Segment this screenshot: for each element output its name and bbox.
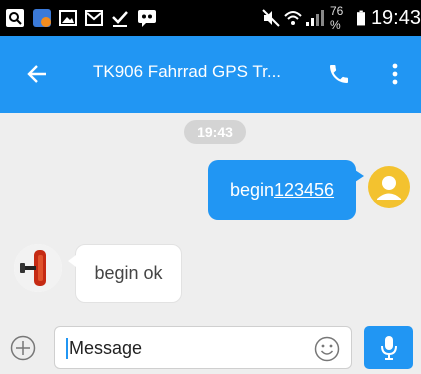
text-cursor: [66, 338, 68, 359]
app-bar: TK906 Fahrrad GPS Tr...: [0, 36, 421, 113]
my-avatar[interactable]: [368, 166, 410, 208]
battery-percent: 76 %: [330, 4, 344, 32]
back-arrow-icon[interactable]: [26, 63, 48, 85]
wifi-icon: [284, 11, 302, 25]
status-bar: 76 % 19:43: [0, 0, 421, 36]
microphone-icon: [381, 336, 397, 360]
person-icon: [377, 176, 401, 200]
status-right: 76 % 19:43: [330, 0, 421, 36]
more-options-icon[interactable]: [388, 62, 402, 86]
message-composer: Message: [0, 321, 421, 374]
gallery-icon: [59, 10, 77, 26]
download-done-icon: [112, 11, 128, 27]
incoming-message-bubble[interactable]: begin ok: [68, 244, 182, 303]
battery-icon: [356, 10, 365, 26]
outgoing-message-text: begin: [229, 180, 274, 200]
status-time: 19:43: [370, 6, 421, 29]
voicemail-icon: [138, 10, 156, 27]
incoming-message-text: begin ok: [94, 263, 163, 283]
bike-light-device-icon: [14, 244, 62, 292]
voice-input-button[interactable]: [364, 326, 413, 369]
app-notification-icon: [33, 9, 51, 27]
mute-icon: [262, 9, 280, 27]
timestamp-chip: 19:43: [184, 120, 246, 144]
signal-icon: [306, 10, 324, 26]
add-attachment-icon[interactable]: [10, 335, 36, 361]
outgoing-message-bubble[interactable]: begin123456: [208, 160, 364, 220]
outgoing-message-number-link[interactable]: 123456: [274, 180, 334, 200]
search-app-icon: [6, 9, 24, 27]
conversation-area[interactable]: 19:43 begin123456 begin ok: [0, 113, 421, 321]
message-input[interactable]: Message: [54, 326, 352, 369]
email-icon: [85, 10, 103, 26]
contact-avatar[interactable]: [14, 244, 62, 292]
conversation-title: TK906 Fahrrad GPS Tr...: [93, 62, 282, 81]
emoji-icon[interactable]: [314, 336, 340, 362]
phone-icon[interactable]: [327, 62, 351, 86]
message-placeholder: Message: [69, 338, 143, 358]
